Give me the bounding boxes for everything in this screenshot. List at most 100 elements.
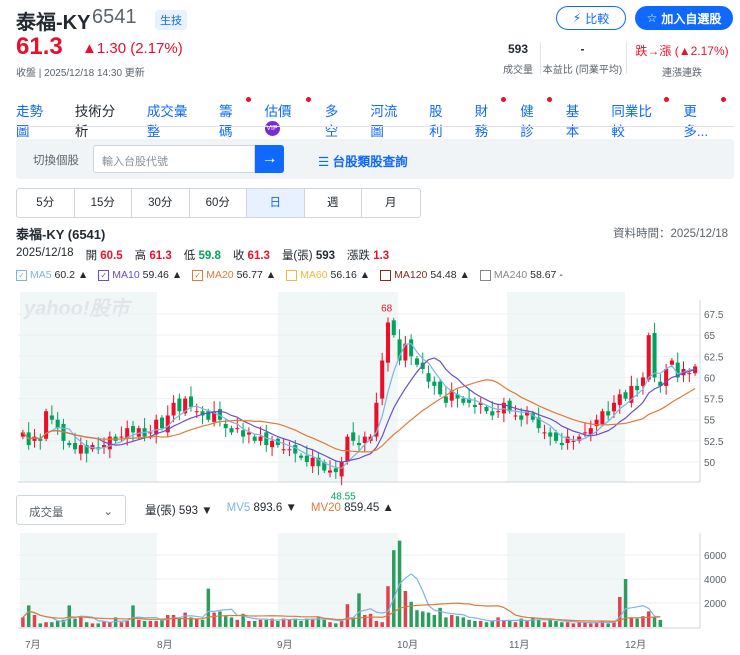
volume-bar	[26, 605, 31, 627]
candle	[241, 430, 246, 437]
volume-tick: 6000	[704, 551, 727, 562]
price-tick: 65	[704, 331, 716, 342]
price-volume-chart[interactable]: yahoo!股市 50 52.5 55 57.5 60 62.5 65 67.5 2000 4000…	[0, 0, 740, 655]
volume-bar	[589, 623, 593, 627]
volume-bar	[276, 621, 280, 627]
volume-bar	[67, 605, 71, 627]
volume-bar	[536, 619, 541, 627]
price-tick: 55	[704, 416, 716, 427]
volume-bar	[490, 621, 495, 627]
candle	[600, 411, 605, 424]
volume-bar	[212, 612, 216, 627]
month-label: 12月	[625, 639, 646, 651]
volume-bar	[195, 618, 199, 627]
volume-bar	[531, 617, 535, 627]
candle	[49, 415, 54, 420]
candle	[270, 440, 275, 448]
month-label: 7月	[25, 639, 41, 651]
volume-bar	[467, 619, 471, 627]
volume-bar	[131, 605, 135, 627]
volume-bar	[148, 621, 153, 627]
volume-bar	[73, 618, 77, 627]
candle	[339, 462, 344, 477]
volume-bar	[218, 611, 222, 627]
yahoo-watermark: yahoo!股市	[23, 297, 133, 320]
volume-bar	[183, 612, 187, 627]
candle	[490, 411, 495, 416]
volume-bar	[629, 617, 634, 627]
month-band	[20, 533, 157, 628]
candle	[472, 404, 477, 408]
candle	[73, 442, 78, 450]
volume-bar	[380, 622, 384, 627]
price-tick: 57.5	[704, 395, 724, 406]
candle	[356, 442, 362, 446]
price-tick: 52.5	[704, 437, 724, 448]
volume-bar	[125, 621, 129, 627]
candle	[582, 432, 588, 434]
candle	[235, 428, 240, 430]
volume-bar	[478, 621, 483, 627]
volume-bar	[299, 621, 303, 627]
volume-bar	[647, 611, 651, 627]
volume-bar	[50, 622, 54, 627]
candle	[252, 436, 257, 441]
month-label: 9月	[277, 639, 293, 651]
candle	[194, 411, 199, 413]
volume-bar	[206, 588, 211, 627]
volume-bar	[635, 618, 639, 627]
candle	[136, 428, 141, 437]
volume-bar	[322, 619, 326, 627]
candle	[385, 322, 391, 363]
volume-bar	[368, 613, 373, 627]
candle	[229, 428, 234, 433]
volume-bar	[403, 591, 408, 627]
volume-bar	[229, 617, 234, 627]
candle	[287, 449, 292, 451]
volume-bar	[577, 622, 581, 627]
volume-bar	[119, 622, 124, 627]
candle	[414, 358, 419, 365]
candle	[461, 398, 466, 403]
candle	[345, 436, 350, 462]
candle	[443, 396, 448, 403]
volume-bar	[55, 621, 60, 627]
volume-bar	[357, 593, 361, 627]
volume-tick: 2000	[704, 599, 727, 610]
candle	[496, 411, 501, 413]
volume-bar	[44, 622, 48, 627]
volume-bar	[84, 622, 89, 627]
volume-bar	[374, 621, 379, 627]
volume-bar	[223, 616, 228, 627]
volume-bar	[426, 612, 431, 627]
volume-bar	[32, 615, 37, 627]
month-band	[278, 533, 398, 628]
high-annotation: 68	[381, 303, 393, 314]
volume-bar	[137, 619, 141, 627]
candle	[391, 320, 396, 336]
candle	[299, 455, 304, 458]
candle	[548, 432, 553, 437]
volume-bar	[496, 617, 500, 627]
volume-bar	[525, 621, 529, 627]
month-band	[507, 292, 625, 482]
volume-bar	[166, 615, 170, 627]
candle	[513, 415, 518, 417]
candle	[542, 432, 547, 434]
volume-bar	[142, 621, 147, 627]
candle	[432, 381, 437, 386]
volume-bar	[247, 621, 251, 627]
volume-bar	[455, 616, 460, 627]
candle	[640, 377, 645, 386]
volume-bar	[79, 616, 83, 627]
volume-bar	[507, 621, 512, 627]
volume-bar	[542, 622, 547, 627]
volume-bar	[339, 621, 344, 627]
candle	[67, 442, 72, 446]
candle	[635, 385, 640, 391]
candle	[380, 360, 385, 399]
candle	[484, 407, 489, 412]
candle	[130, 426, 136, 433]
volume-bar	[90, 623, 95, 627]
candle	[553, 432, 559, 441]
